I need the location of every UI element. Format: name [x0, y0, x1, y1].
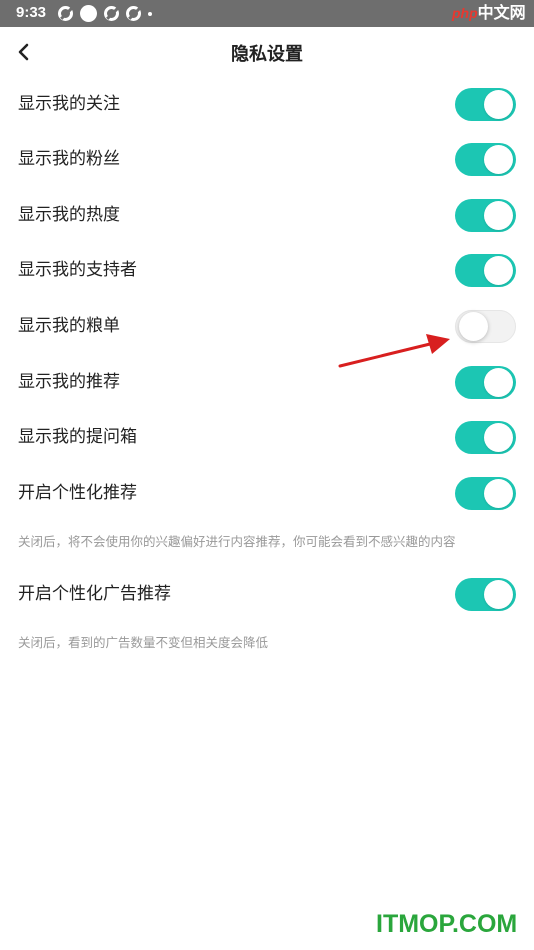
toggle-show-list[interactable]: [455, 310, 516, 343]
toggle-knob: [484, 479, 513, 508]
toggle-knob: [459, 312, 488, 341]
toggle-show-following[interactable]: [455, 88, 516, 121]
header: 隐私设置: [0, 27, 534, 79]
setting-label: 显示我的提问箱: [18, 427, 137, 447]
setting-label: 开启个性化广告推荐: [18, 584, 171, 604]
watermark-logo: ITMOP.COM: [376, 910, 518, 938]
setting-label: 显示我的关注: [18, 94, 120, 114]
toggle-knob: [484, 368, 513, 397]
setting-row-show-question-box: 显示我的提问箱: [0, 409, 534, 465]
setting-row-show-following: 显示我的关注: [0, 76, 534, 132]
toggle-knob: [484, 580, 513, 609]
toggle-show-fans[interactable]: [455, 143, 516, 176]
setting-row-personalized-ads: 开启个性化广告推荐: [0, 566, 534, 622]
toggle-show-heat[interactable]: [455, 199, 516, 232]
sync-icon: [104, 6, 119, 21]
setting-label: 开启个性化推荐: [18, 483, 137, 503]
toggle-knob: [484, 201, 513, 230]
annotation-arrow-icon: [338, 334, 450, 368]
status-bar: 9:33 php中文网: [0, 0, 534, 27]
toggle-personalized-ads[interactable]: [455, 578, 516, 611]
setting-row-show-heat: 显示我的热度: [0, 187, 534, 243]
status-time: 9:33: [16, 4, 47, 21]
toggle-knob: [484, 145, 513, 174]
setting-label: 显示我的粮单: [18, 316, 120, 336]
setting-row-show-supporters: 显示我的支持者: [0, 242, 534, 298]
page-title: 隐私设置: [231, 44, 303, 65]
toggle-show-recommend[interactable]: [455, 366, 516, 399]
status-icons: [58, 5, 152, 22]
toggle-knob: [484, 90, 513, 119]
toggle-show-supporters[interactable]: [455, 254, 516, 287]
toggle-knob: [484, 423, 513, 452]
setting-label: 显示我的粉丝: [18, 149, 120, 169]
setting-row-show-fans: 显示我的粉丝: [0, 131, 534, 187]
setting-label: 显示我的支持者: [18, 260, 137, 280]
setting-description: 关闭后，看到的广告数量不变但相关度会降低: [18, 635, 269, 650]
setting-label: 显示我的推荐: [18, 372, 120, 392]
sync-icon: [126, 6, 141, 21]
toggle-personalized-recommend[interactable]: [455, 477, 516, 510]
notification-dot-icon: [80, 5, 97, 22]
setting-description: 关闭后，将不会使用你的兴趣偏好进行内容推荐，你可能会看到不感兴趣的内容: [18, 534, 456, 549]
setting-label: 显示我的热度: [18, 205, 120, 225]
toggle-show-question-box[interactable]: [455, 421, 516, 454]
setting-row-personalized-recommend: 开启个性化推荐: [0, 465, 534, 521]
sync-icon: [58, 6, 73, 21]
more-notifications-icon: [148, 11, 152, 16]
toggle-knob: [484, 256, 513, 285]
watermark-logo: php中文网: [452, 5, 526, 22]
